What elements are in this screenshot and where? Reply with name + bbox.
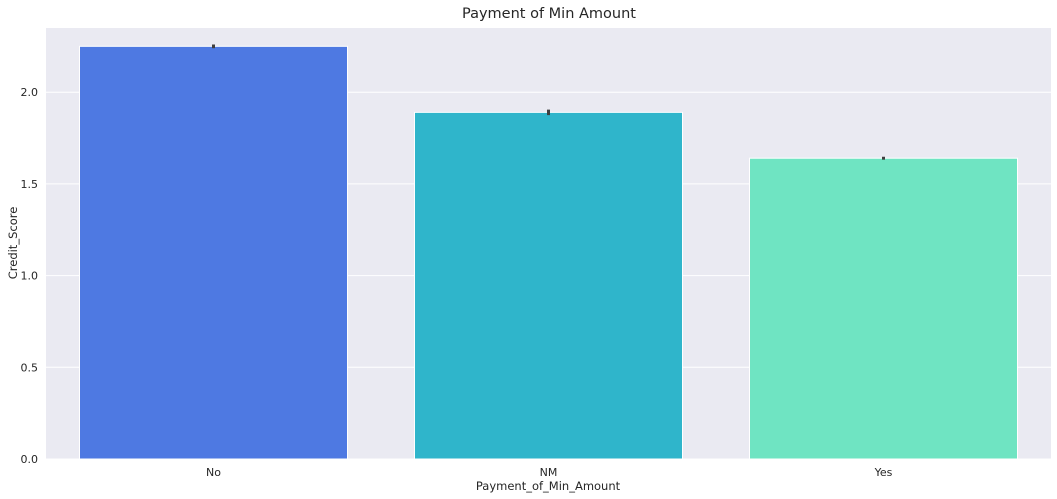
x-tick-label: NM <box>540 466 558 479</box>
bar-yes <box>749 157 1018 460</box>
y-tick-label: 0.0 <box>21 453 39 466</box>
y-tick-label: 2.0 <box>21 86 39 99</box>
y-tick-label: 0.5 <box>21 361 39 374</box>
y-tick-label: 1.0 <box>21 270 39 283</box>
bar-nm <box>414 111 683 460</box>
x-axis-label: Payment_of_Min_Amount <box>476 479 621 493</box>
y-tick-label: 1.5 <box>21 178 39 191</box>
bar-chart: Payment of Min Amount 0.0 0.5 1.0 1.5 2.0 No… <box>6 6 1051 493</box>
x-tick-labels: No NM Yes <box>206 466 893 479</box>
y-axis-label: Credit_Score <box>6 207 20 280</box>
x-tick-label: Yes <box>874 466 893 479</box>
x-tick-label: No <box>206 466 221 479</box>
chart-title: Payment of Min Amount <box>462 6 636 22</box>
y-tick-labels: 0.0 0.5 1.0 1.5 2.0 <box>21 86 39 466</box>
bar-no <box>79 45 348 460</box>
